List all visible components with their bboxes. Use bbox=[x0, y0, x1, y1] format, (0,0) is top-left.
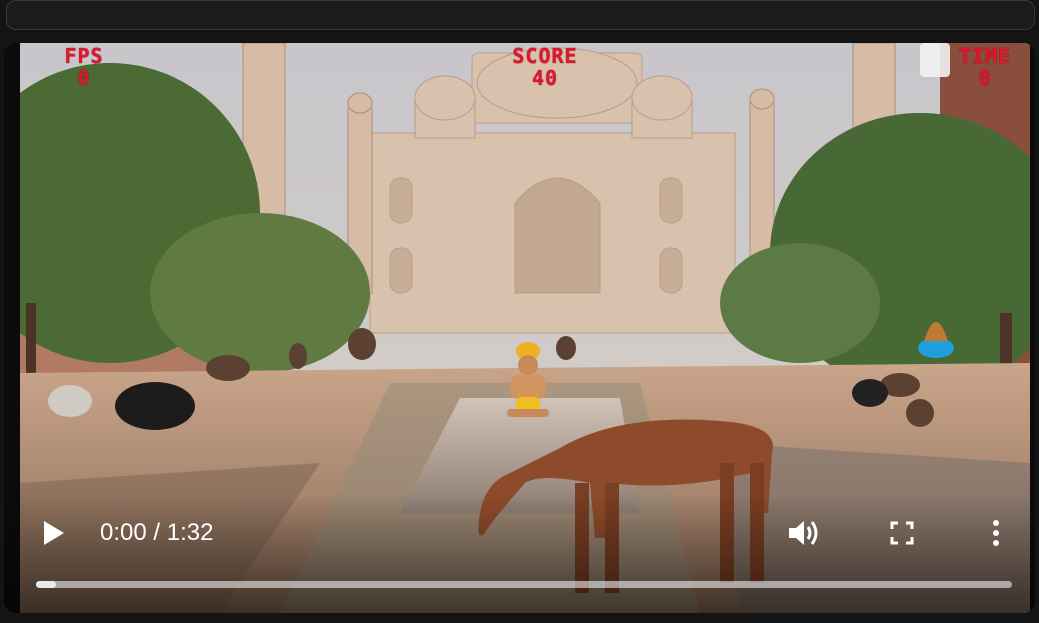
score-value: 40 bbox=[531, 66, 559, 90]
play-button[interactable] bbox=[38, 517, 70, 549]
duration: 1:32 bbox=[166, 519, 214, 546]
fps-label: FPS bbox=[64, 44, 104, 68]
video-player[interactable]: FPS 0 SCORE 40 TIME 0 0:00 / 1:32 bbox=[4, 43, 1035, 613]
time-separator: / bbox=[146, 519, 167, 546]
monument bbox=[369, 47, 736, 334]
time-label: TIME bbox=[958, 44, 1012, 68]
progress-bar[interactable] bbox=[36, 581, 1012, 588]
time-value: 0 bbox=[978, 66, 992, 90]
fullscreen-button[interactable] bbox=[884, 515, 920, 551]
fps-value: 0 bbox=[77, 66, 91, 90]
fullscreen-icon bbox=[890, 521, 914, 545]
fps-counter: FPS 0 bbox=[44, 45, 124, 89]
time-counter: TIME 0 bbox=[945, 45, 1025, 89]
volume-button[interactable] bbox=[784, 513, 824, 553]
progress-played bbox=[36, 581, 56, 588]
top-bar bbox=[6, 0, 1035, 30]
time-display: 0:00 / 1:32 bbox=[100, 519, 213, 547]
volume-icon bbox=[789, 521, 818, 545]
more-options-button[interactable] bbox=[980, 515, 1012, 551]
score-counter: SCORE 40 bbox=[490, 45, 600, 89]
play-icon bbox=[44, 521, 64, 545]
more-vertical-icon bbox=[993, 520, 999, 546]
score-label: SCORE bbox=[512, 44, 578, 68]
current-time: 0:00 bbox=[100, 519, 147, 546]
